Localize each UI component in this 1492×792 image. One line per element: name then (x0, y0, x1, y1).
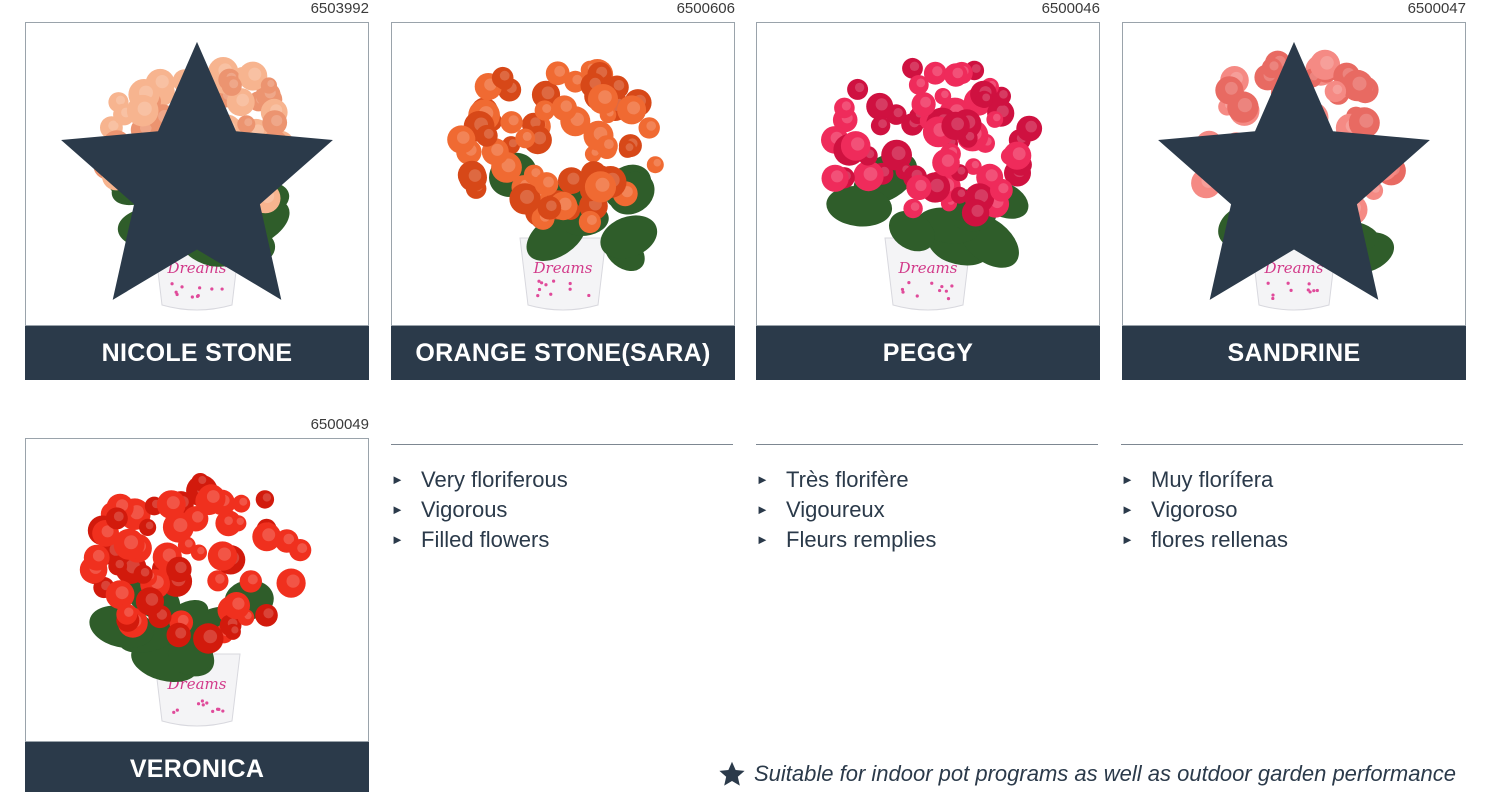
triangle-bullet-icon: ► (756, 502, 769, 517)
product-photo: Dreams (25, 438, 369, 742)
feature-item: ► Filled flowers (391, 525, 733, 555)
triangle-bullet-icon: ► (391, 472, 404, 487)
triangle-bullet-icon: ► (391, 532, 404, 547)
feature-item: ► Très florifère (756, 465, 1098, 495)
feature-item: ► Very floriferous (391, 465, 733, 495)
feature-item: ► Fleurs remplies (756, 525, 1098, 555)
product-name: SANDRINE (1122, 326, 1466, 380)
triangle-bullet-icon: ► (1121, 472, 1134, 487)
product-photo: Dreams (25, 22, 369, 326)
star-icon (719, 761, 745, 786)
feature-item: ► Vigoureux (756, 495, 1098, 525)
product-code: 6500049 (310, 416, 369, 433)
feature-item: ► Muy florífera (1121, 465, 1463, 495)
feature-item: ► Vigorous (391, 495, 733, 525)
product-name: ORANGE STONE(SARA) (391, 326, 735, 380)
footnote-text: Suitable for indoor pot programs as well… (754, 761, 1456, 786)
product-photo: Dreams (756, 22, 1100, 326)
star-footnote: Suitable for indoor pot programs as well… (718, 760, 1456, 788)
triangle-bullet-icon: ► (391, 502, 404, 517)
product-code: 6500046 (1041, 0, 1100, 17)
product-name: VERONICA (25, 742, 369, 792)
begonia-plant-image: Dreams (821, 57, 1043, 311)
triangle-bullet-icon: ► (756, 532, 769, 547)
product-code: 6500606 (676, 0, 735, 17)
features-french: ► Très florifère ► Vigoureux ► Fleurs rempl… (756, 444, 1098, 555)
star-icon (1158, 41, 1430, 300)
features-english: ► Very floriferous ► Vigorous ► Filled flow… (391, 444, 733, 555)
product-name: NICOLE STONE (25, 326, 369, 380)
product-photo: Dreams (1122, 22, 1466, 326)
product-code: 6500047 (1407, 0, 1466, 17)
begonia-plant-image: Dreams (447, 59, 664, 311)
begonia-plant-image: Dreams (79, 473, 312, 727)
triangle-bullet-icon: ► (1121, 502, 1134, 517)
product-code: 6503992 (310, 0, 369, 17)
product-name: PEGGY (756, 326, 1100, 380)
feature-item: ► Vigoroso (1121, 495, 1463, 525)
triangle-bullet-icon: ► (756, 472, 769, 487)
features-spanish: ► Muy florífera ► Vigoroso ► flores rellena… (1121, 444, 1463, 555)
svg-text:Dreams: Dreams (533, 259, 593, 277)
product-photo: Dreams (391, 22, 735, 326)
triangle-bullet-icon: ► (1121, 532, 1134, 547)
star-icon (61, 41, 333, 300)
feature-item: ► flores rellenas (1121, 525, 1463, 555)
